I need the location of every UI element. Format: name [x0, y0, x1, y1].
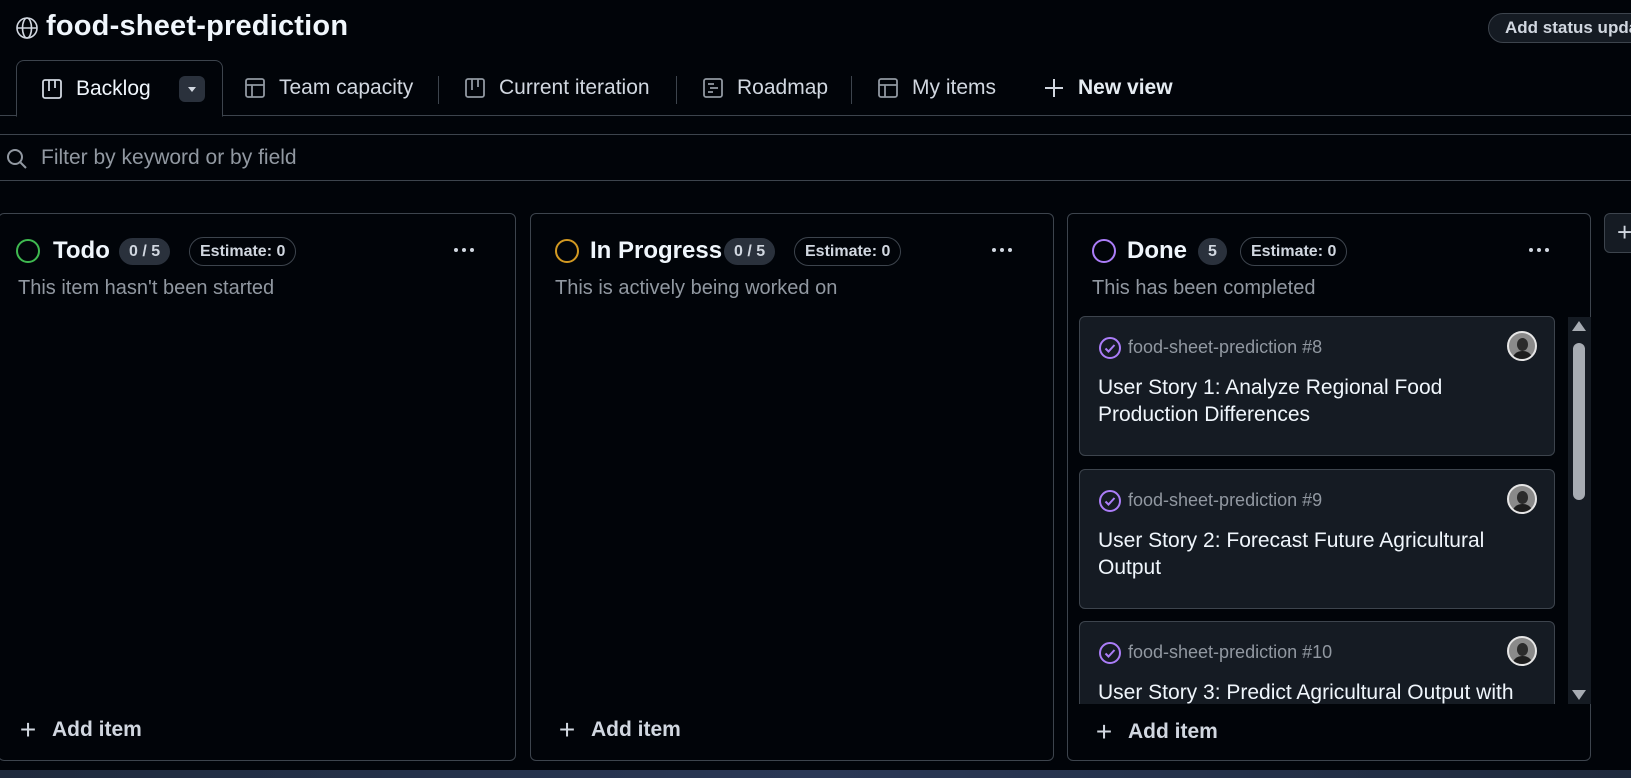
- issue-card[interactable]: food-sheet-prediction #9 User Story 2: F…: [1079, 469, 1555, 609]
- kebab-dot: [454, 248, 458, 252]
- issue-reference: food-sheet-prediction #8: [1128, 337, 1323, 357]
- tab-label: Current iteration: [499, 76, 650, 99]
- column-menu-button[interactable]: [447, 235, 481, 265]
- issue-title[interactable]: User Story 1: Analyze Regional Food Prod…: [1098, 374, 1538, 428]
- add-column-button[interactable]: +: [1604, 213, 1631, 253]
- card-list: food-sheet-prediction #8 User Story 1: A…: [1079, 316, 1555, 704]
- globe-icon: [16, 17, 38, 39]
- add-item-button[interactable]: + Add item: [557, 714, 681, 746]
- column-description: This has been completed: [1092, 277, 1316, 299]
- tab-label: Team capacity: [279, 76, 414, 99]
- tab-backlog[interactable]: Backlog: [16, 60, 223, 117]
- table-icon: [878, 78, 898, 98]
- add-item-label: Add item: [52, 718, 142, 741]
- done-status-icon: [1092, 239, 1116, 263]
- tab-options-button[interactable]: [178, 75, 205, 102]
- done-column-scrollbar[interactable]: [1568, 317, 1591, 704]
- plus-icon: +: [558, 714, 576, 745]
- todo-status-icon: [16, 239, 40, 263]
- add-status-update-button[interactable]: Add status update: [1488, 13, 1631, 43]
- filter-bar: [0, 134, 1631, 181]
- column-count: 0 / 5: [119, 238, 171, 265]
- kebab-dot: [462, 248, 466, 252]
- column-title: Done: [1127, 237, 1187, 264]
- tab-label: Roadmap: [737, 76, 829, 99]
- os-taskbar: [0, 770, 1631, 778]
- plus-icon: +: [1095, 716, 1113, 747]
- tab-label: New view: [1078, 76, 1173, 99]
- view-tabs: Backlog Team capacity Current iteration …: [0, 60, 1631, 117]
- column-estimate: Estimate: 0: [1240, 237, 1348, 266]
- column-menu-button[interactable]: [985, 235, 1019, 265]
- assignee-avatar[interactable]: [1507, 484, 1537, 514]
- triangle-down-icon: [187, 86, 196, 92]
- column-estimate: Estimate: 0: [794, 237, 902, 266]
- scroll-down-arrow-icon[interactable]: [1572, 690, 1586, 700]
- plus-icon: [1045, 79, 1063, 97]
- kebab-dot: [470, 248, 474, 252]
- tab-my-items[interactable]: My items: [876, 60, 996, 116]
- issue-closed-icon: [1099, 490, 1121, 512]
- kebab-dot: [1545, 248, 1549, 252]
- board-icon: [465, 78, 485, 98]
- tab-label: My items: [912, 76, 996, 99]
- filter-input[interactable]: [41, 143, 941, 173]
- tab-divider: [676, 76, 677, 104]
- column-count: 5: [1198, 238, 1227, 265]
- project-title: food-sheet-prediction: [46, 10, 349, 42]
- issue-title[interactable]: User Story 2: Forecast Future Agricultur…: [1098, 527, 1538, 581]
- issue-reference: food-sheet-prediction #9: [1128, 490, 1323, 510]
- tab-divider: [851, 76, 852, 104]
- board-column-in-progress: In Progress 0 / 5 Estimate: 0 This is ac…: [530, 213, 1054, 761]
- add-item-button[interactable]: + Add item: [18, 714, 142, 746]
- kebab-dot: [1000, 248, 1004, 252]
- column-count: 0 / 5: [724, 238, 776, 265]
- add-item-label: Add item: [1128, 720, 1218, 743]
- column-menu-button[interactable]: [1522, 235, 1556, 265]
- issue-title[interactable]: User Story 3: Predict Agricultural Outpu…: [1098, 679, 1538, 704]
- column-description: This is actively being worked on: [555, 277, 838, 299]
- kebab-dot: [1529, 248, 1533, 252]
- search-icon: [7, 149, 27, 169]
- assignee-avatar[interactable]: [1507, 636, 1537, 666]
- board-column-done: Done 5 Estimate: 0 This has been complet…: [1067, 213, 1591, 761]
- table-icon: [245, 78, 265, 98]
- in-progress-status-icon: [555, 239, 579, 263]
- assignee-avatar[interactable]: [1507, 331, 1537, 361]
- column-title: In Progress: [590, 237, 723, 264]
- column-estimate: Estimate: 0: [189, 237, 297, 266]
- board-column-todo: Todo 0 / 5 Estimate: 0 This item hasn't …: [0, 213, 516, 761]
- tab-team-capacity[interactable]: Team capacity: [243, 60, 413, 116]
- column-title: Todo: [53, 237, 110, 264]
- kebab-dot: [1008, 248, 1012, 252]
- issue-card[interactable]: food-sheet-prediction #8 User Story 1: A…: [1079, 316, 1555, 456]
- new-view-button[interactable]: New view: [1042, 60, 1173, 116]
- project-header: food-sheet-prediction Add status update: [0, 0, 1631, 58]
- issue-reference: food-sheet-prediction #10: [1128, 642, 1333, 662]
- issue-closed-icon: [1099, 642, 1121, 664]
- issue-card[interactable]: food-sheet-prediction #10 User Story 3: …: [1079, 621, 1555, 704]
- add-item-label: Add item: [591, 718, 681, 741]
- column-description: This item hasn't been started: [18, 277, 275, 299]
- tab-divider: [438, 76, 439, 104]
- kebab-dot: [1537, 248, 1541, 252]
- roadmap-icon: [703, 78, 723, 98]
- add-item-button[interactable]: + Add item: [1094, 716, 1218, 748]
- kebab-dot: [992, 248, 996, 252]
- tab-label: Backlog: [76, 76, 151, 100]
- tab-roadmap[interactable]: Roadmap: [701, 60, 828, 116]
- scroll-up-arrow-icon[interactable]: [1572, 321, 1586, 331]
- issue-closed-icon: [1099, 337, 1121, 359]
- tab-current-iteration[interactable]: Current iteration: [463, 60, 650, 116]
- plus-icon: +: [19, 714, 37, 745]
- board-icon: [42, 78, 62, 99]
- scrollbar-thumb[interactable]: [1573, 343, 1585, 500]
